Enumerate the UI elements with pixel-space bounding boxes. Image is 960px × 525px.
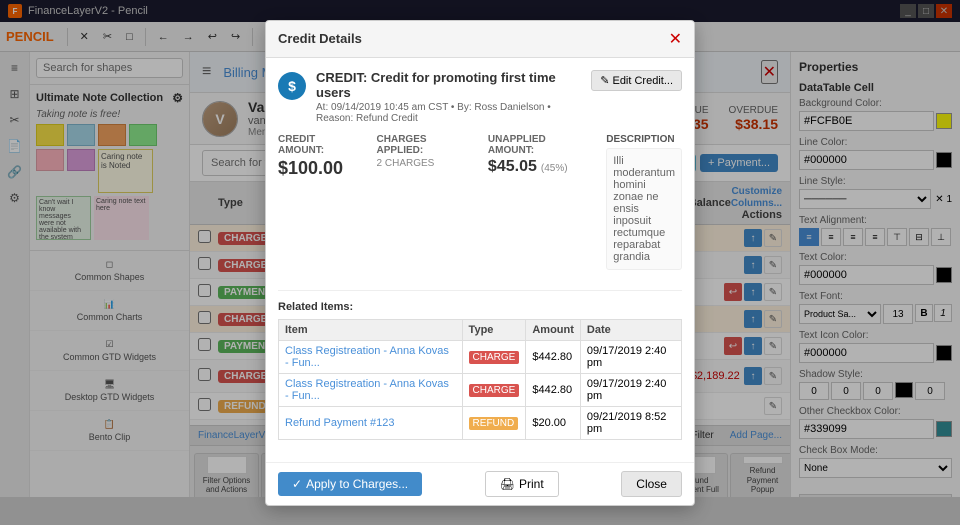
modal-header: Credit Details ✕ <box>266 21 694 58</box>
credit-amount-item: CREDIT AMOUNT: $100.00 <box>278 134 361 280</box>
related-amount-1: $442.80 <box>526 340 581 373</box>
unapplied-pct: (45%) <box>541 163 568 174</box>
credit-description: Illi moderantum homini zonae ne ensis in… <box>606 148 682 270</box>
credit-details-modal: Credit Details ✕ $ CREDIT: Credit for pr… <box>265 20 695 506</box>
charges-applied-item: CHARGES APPLIED: 2 CHARGES <box>377 134 472 280</box>
credit-header: $ CREDIT: Credit for promoting first tim… <box>278 70 682 124</box>
related-item-link-1[interactable]: Class Registreation - Anna Kovas - Fun..… <box>285 345 449 369</box>
modal-overlay: Credit Details ✕ $ CREDIT: Credit for pr… <box>0 0 960 525</box>
related-amount-2: $442.80 <box>526 373 581 406</box>
related-col-amount: Amount <box>526 319 581 340</box>
related-row-1: Class Registreation - Anna Kovas - Fun..… <box>279 340 682 373</box>
related-col-item: Item <box>279 319 463 340</box>
related-date-1: 09/17/2019 2:40 pm <box>580 340 681 373</box>
apply-check-icon: ✓ <box>292 477 302 491</box>
credit-amount-value: $100.00 <box>278 158 361 179</box>
related-items-table: Item Type Amount Date Class Registreatio… <box>278 319 682 440</box>
related-row-2: Class Registreation - Anna Kovas - Fun..… <box>279 373 682 406</box>
related-item-link-3[interactable]: Refund Payment #123 <box>285 417 394 429</box>
related-type-refund-3: REFUND <box>469 417 519 430</box>
unapplied-value: $45.05 <box>488 158 537 176</box>
related-col-date: Date <box>580 319 681 340</box>
related-item-link-2[interactable]: Class Registreation - Anna Kovas - Fun..… <box>285 378 449 402</box>
charges-applied-value: 2 CHARGES <box>377 158 472 169</box>
related-date-2: 09/17/2019 2:40 pm <box>580 373 681 406</box>
edit-credit-btn[interactable]: ✎ Edit Credit... <box>591 70 682 91</box>
modal-footer: ✓ Apply to Charges... 🖨 Print Close <box>266 462 694 505</box>
modal-close-footer-btn[interactable]: Close <box>621 471 682 497</box>
related-amount-3: $20.00 <box>526 406 581 439</box>
unapplied-amount-item: UNAPPLIED AMOUNT: $45.05 (45%) <box>488 134 590 280</box>
related-date-3: 09/21/2019 8:52 pm <box>580 406 681 439</box>
print-btn[interactable]: 🖨 Print <box>485 471 559 497</box>
description-item: DESCRIPTION Illi moderantum homini zonae… <box>606 134 682 280</box>
apply-to-charges-btn[interactable]: ✓ Apply to Charges... <box>278 472 422 496</box>
credit-amounts: CREDIT AMOUNT: $100.00 CHARGES APPLIED: … <box>278 134 682 291</box>
modal-close-btn[interactable]: ✕ <box>669 29 682 49</box>
modal-body: $ CREDIT: Credit for promoting first tim… <box>266 58 694 462</box>
credit-title: CREDIT: Credit for promoting first time … <box>316 70 581 100</box>
modal-title: Credit Details <box>278 31 362 46</box>
related-type-charge-1: CHARGE <box>469 351 520 364</box>
related-col-type: Type <box>462 319 526 340</box>
credit-meta: At: 09/14/2019 10:45 am CST • By: Ross D… <box>316 102 581 124</box>
print-icon: 🖨 <box>500 477 515 491</box>
related-title: Related Items: <box>278 301 682 313</box>
credit-title-area: CREDIT: Credit for promoting first time … <box>316 70 581 124</box>
credit-dollar-icon: $ <box>278 72 306 100</box>
related-row-3: Refund Payment #123 REFUND $20.00 09/21/… <box>279 406 682 439</box>
related-type-charge-2: CHARGE <box>469 384 520 397</box>
